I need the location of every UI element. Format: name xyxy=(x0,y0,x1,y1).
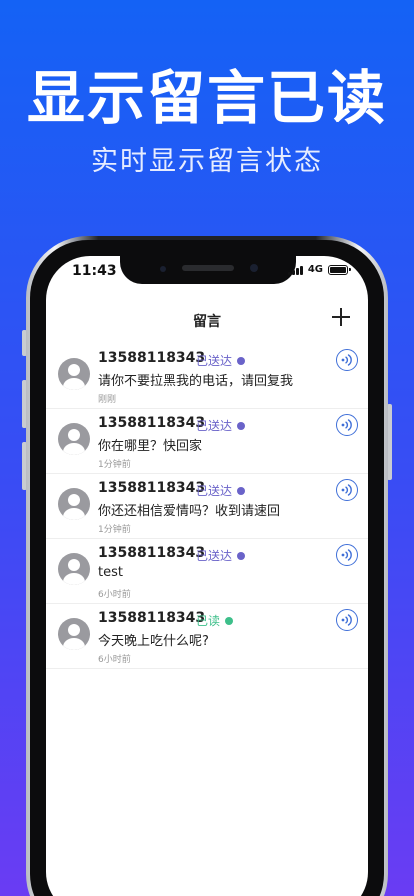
voice-play-button[interactable] xyxy=(336,609,358,631)
message-text: 你还还相信爱情吗？收到请速回 xyxy=(98,504,281,519)
sender-phone: 13588118343 xyxy=(98,610,206,626)
promo-title: 显示留言已读 xyxy=(26,64,387,132)
phone-bezel: 11:43 4G 留言 13588118343 已送达 请你不要拉黑我的电话，请回复… xyxy=(30,240,384,896)
message-text: test xyxy=(98,565,123,580)
voice-play-button[interactable] xyxy=(336,544,358,566)
sensor-dot xyxy=(160,266,166,272)
page-title: 留言 xyxy=(193,314,221,330)
sound-wave-icon xyxy=(341,549,352,561)
read-status: 已送达 xyxy=(196,482,246,499)
network-type: 4G xyxy=(307,264,323,275)
avatar xyxy=(58,358,90,390)
message-text: 你在哪里？快回家 xyxy=(98,439,203,454)
status-label: 已送达 xyxy=(196,354,233,368)
sound-wave-icon xyxy=(341,614,352,626)
voice-play-button[interactable] xyxy=(336,414,358,436)
status-label: 已送达 xyxy=(196,419,233,433)
phone-screen: 11:43 4G 留言 13588118343 已送达 请你不要拉黑我的电话，请回复… xyxy=(46,256,368,896)
status-label: 已读 xyxy=(196,614,221,628)
message-time: 6小时前 xyxy=(98,655,131,665)
status-dot-icon xyxy=(237,551,246,560)
read-status: 已送达 xyxy=(196,547,246,564)
status-dot-icon xyxy=(237,486,246,495)
message-time: 6小时前 xyxy=(98,590,131,600)
status-dot-icon xyxy=(237,356,246,365)
message-row[interactable]: 13588118343 已送达你还还相信爱情吗？收到请速回 1分钟前 xyxy=(46,474,368,539)
avatar xyxy=(58,423,90,455)
avatar xyxy=(58,553,90,585)
sender-phone: 13588118343 xyxy=(98,480,206,496)
voice-play-button[interactable] xyxy=(336,349,358,371)
status-dot-icon xyxy=(237,421,246,430)
read-status: 已读 xyxy=(196,612,234,629)
status-label: 已送达 xyxy=(196,484,233,498)
message-row[interactable]: 13588118343 已送达请你不要拉黑我的电话，请回复我刚刚 xyxy=(46,344,368,409)
sound-wave-icon xyxy=(341,484,352,496)
read-status: 已送达 xyxy=(196,352,246,369)
avatar xyxy=(58,488,90,520)
message-list: 13588118343 已送达 请你不要拉黑我的电话，请回复我 刚刚 135881183… xyxy=(46,344,368,669)
sender-phone: 13588118343 xyxy=(98,415,206,431)
signal-icon xyxy=(287,265,303,275)
add-message-button[interactable] xyxy=(330,306,352,328)
promo-subtitle: 实时显示留言状态 xyxy=(91,146,323,177)
message-row[interactable]: 13588118343 已读今天晚上吃什么呢? 6小时前 xyxy=(46,604,368,669)
status-label: 已送达 xyxy=(196,549,233,563)
message-text: 请你不要拉黑我的电话，请回复我 xyxy=(98,374,294,389)
phone-frame: 11:43 4G 留言 13588118343 已送达 请你不要拉黑我的电话，请回复… xyxy=(26,236,388,896)
avatar xyxy=(58,618,90,650)
message-row[interactable]: 13588118343 已送达 test 6小时前 xyxy=(46,539,368,604)
sound-wave-icon xyxy=(341,419,352,431)
read-status: 已送达 xyxy=(196,417,246,434)
front-camera xyxy=(250,264,258,272)
sender-phone: 13588118343 xyxy=(98,350,206,366)
battery-icon xyxy=(328,264,351,275)
notch xyxy=(120,256,296,284)
message-time: 1分钟前 xyxy=(98,460,131,470)
message-row[interactable]: 13588118343 已送达你在哪里？快回家 1分钟前 xyxy=(46,409,368,474)
speaker-grille xyxy=(182,265,234,271)
status-dot-icon xyxy=(225,616,234,625)
sender-phone: 13588118343 xyxy=(98,545,206,561)
sound-wave-icon xyxy=(341,354,352,366)
message-time: 刚刚 xyxy=(98,395,117,405)
message-time: 1分钟前 xyxy=(98,525,131,535)
voice-play-button[interactable] xyxy=(336,479,358,501)
status-indicators: 4G xyxy=(287,264,351,275)
message-text: 今天晚上吃什么呢? xyxy=(98,634,209,649)
status-time: 11:43 xyxy=(72,263,117,279)
